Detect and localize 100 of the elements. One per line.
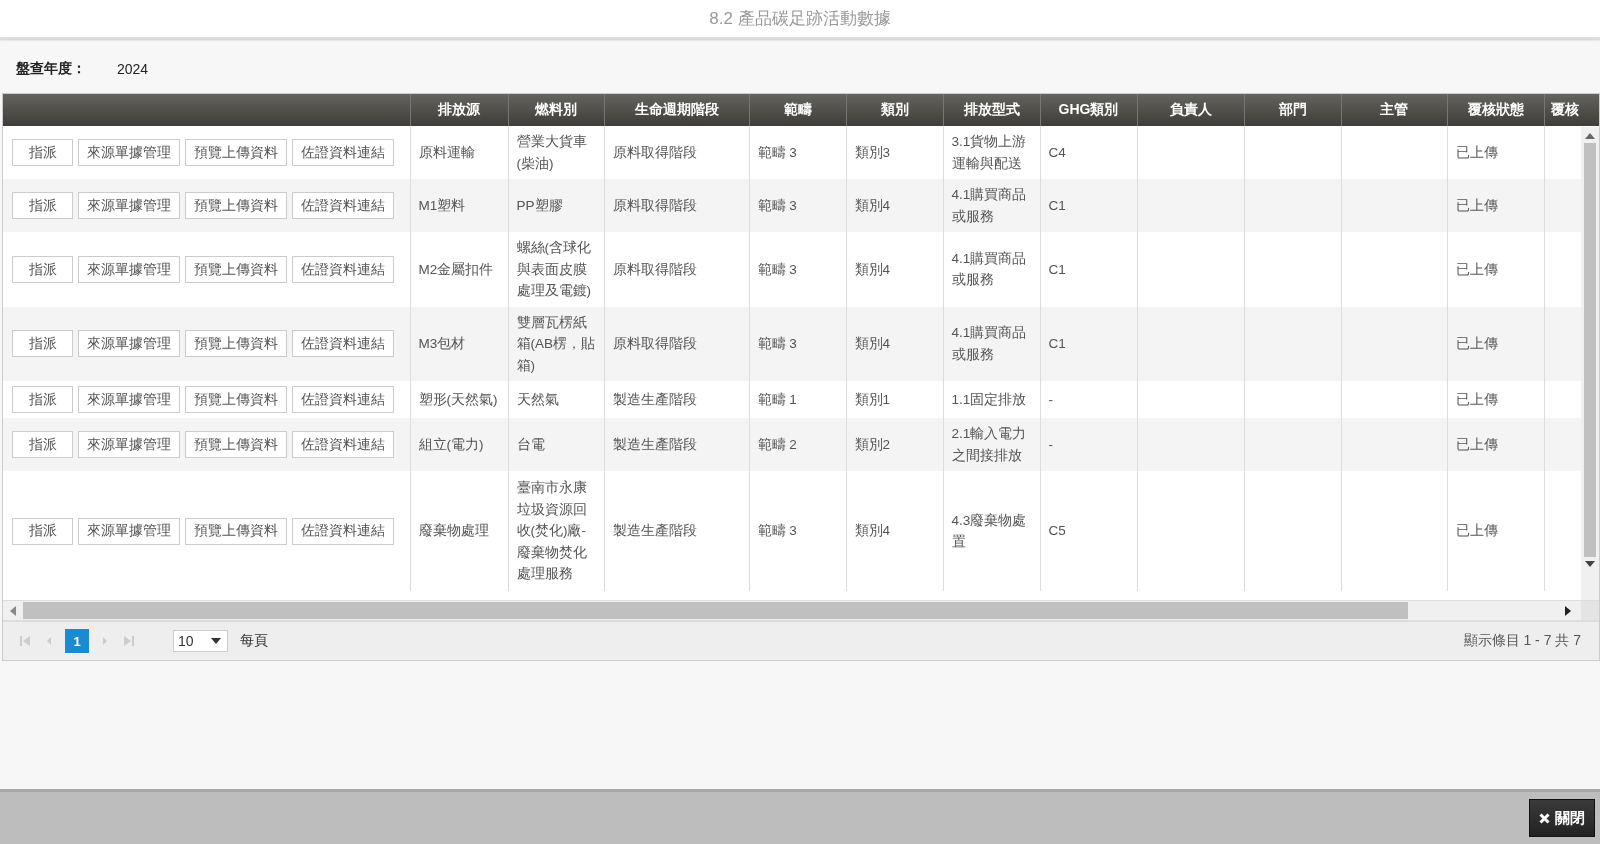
column-header[interactable]: 負責人 [1137,94,1244,126]
table-cell: M1塑料 [410,179,508,232]
table-cell: 台電 [508,418,604,471]
table-cell: 範疇 3 [749,232,846,307]
table-cell: 範疇 3 [749,179,846,232]
action-button[interactable]: 預覽上傳資料 [185,517,287,545]
table-cell: 雙層瓦楞紙箱(AB楞，貼箱) [508,306,604,381]
action-button[interactable]: 佐證資料連結 [292,255,394,283]
action-button[interactable]: 指派 [12,255,73,283]
action-button[interactable]: 來源單據管理 [78,431,180,458]
column-header[interactable]: 類別 [846,94,943,126]
action-button[interactable]: 佐證資料連結 [292,517,394,545]
action-button[interactable]: 指派 [12,139,73,166]
close-button[interactable]: 關閉 [1529,799,1595,837]
table-cell: M2金屬扣件 [410,232,508,307]
table-cell: 廢棄物處理 [410,471,508,591]
page-button[interactable]: 1 [65,629,89,653]
caret-icon [211,638,221,644]
scroll-right-arrow-icon [1565,605,1571,616]
table-cell: 製造生產階段 [604,471,749,591]
year-label: 盤查年度： [16,60,87,78]
table-cell: 類別4 [846,232,943,307]
action-button[interactable]: 來源單據管理 [78,192,180,219]
column-header[interactable]: 排放型式 [943,94,1040,126]
table-cell: PP塑膠 [508,179,604,232]
action-button[interactable]: 來源單據管理 [78,517,180,545]
table-cell: 4.1購買商品或服務 [943,232,1040,307]
action-button[interactable]: 來源單據管理 [78,255,180,283]
column-header[interactable]: GHG類別 [1040,94,1137,126]
action-button[interactable]: 指派 [12,330,73,358]
column-header[interactable]: 範疇 [749,94,846,126]
horizontal-scrollbar[interactable] [3,600,1599,620]
table-cell: - [1040,418,1137,471]
action-button[interactable]: 指派 [12,431,73,458]
record-count-text: 顯示條目 1 - 7 共 7 [1463,632,1581,650]
action-button[interactable]: 來源單據管理 [78,139,180,166]
scroll-down-arrow-icon [1585,561,1595,567]
table-cell: 類別4 [846,179,943,232]
table-cell: 原料取得階段 [604,306,749,381]
table-cell: M3包材 [410,306,508,381]
table-cell: 螺絲(含球化與表面皮膜處理及電鍍) [508,232,604,307]
table-cell: 範疇 2 [749,418,846,471]
table-cell: 原料取得階段 [604,179,749,232]
table-cell: 類別2 [846,418,943,471]
table-cell: C1 [1040,232,1137,307]
first-page-icon[interactable] [20,636,30,646]
scrollbar-thumb[interactable] [23,602,1408,619]
action-button[interactable]: 佐證資料連結 [292,139,394,166]
table-cell: C1 [1040,306,1137,381]
action-button[interactable]: 預覽上傳資料 [185,192,287,219]
action-button[interactable]: 預覽上傳資料 [185,255,287,283]
action-button[interactable]: 預覽上傳資料 [185,330,287,358]
action-button[interactable]: 佐證資料連結 [292,386,394,413]
column-header[interactable]: 排放源 [410,94,508,126]
table-cell: 組立(電力) [410,418,508,471]
action-button[interactable]: 佐證資料連結 [292,330,394,358]
action-button[interactable]: 預覽上傳資料 [185,386,287,413]
page-size-dropdown[interactable]: 10 [173,630,228,652]
vertical-scrollbar[interactable] [1581,127,1599,600]
action-button[interactable]: 佐證資料連結 [292,431,394,458]
action-button[interactable]: 來源單據管理 [78,386,180,413]
table-cell: 範疇 3 [749,306,846,381]
column-header[interactable]: 主管 [1341,94,1447,126]
per-page-label: 每頁 [240,632,268,650]
scrollbar-thumb[interactable] [1584,143,1596,557]
close-icon [1539,812,1550,824]
table-cell: 已上傳 [1447,306,1544,381]
action-button[interactable]: 指派 [12,517,73,545]
window-title: 8.2 產品碳足跡活動數據 [709,8,891,30]
last-page-icon[interactable] [124,636,134,646]
next-page-icon[interactable] [100,636,110,646]
action-button[interactable]: 預覽上傳資料 [185,431,287,458]
table-cell: 類別4 [846,471,943,591]
table-cell: 4.3廢棄物處置 [943,471,1040,591]
column-header[interactable]: 覆核 [1544,94,1599,126]
column-header[interactable]: 生命週期階段 [604,94,749,126]
column-header[interactable]: 燃料別 [508,94,604,126]
action-button[interactable]: 預覽上傳資料 [185,139,287,166]
table-cell: 臺南市永康垃圾資源回收(焚化)廠-廢棄物焚化處理服務 [508,471,604,591]
table-cell: 2.1輸入電力之間接排放 [943,418,1040,471]
table-cell: 4.1購買商品或服務 [943,306,1040,381]
scroll-up-arrow-icon [1585,133,1595,139]
table-cell: 已上傳 [1447,418,1544,471]
action-button[interactable]: 佐證資料連結 [292,192,394,219]
year-value: 2024 [117,61,149,77]
table-cell: 已上傳 [1447,232,1544,307]
action-button[interactable]: 指派 [12,386,73,413]
column-header[interactable]: 覆核狀態 [1447,94,1544,126]
table-cell: 已上傳 [1447,179,1544,232]
table-cell: C1 [1040,179,1137,232]
table-cell: 原料取得階段 [604,232,749,307]
table-cell: 範疇 3 [749,471,846,591]
table-cell: 4.1購買商品或服務 [943,179,1040,232]
action-button[interactable]: 來源單據管理 [78,330,180,358]
scroll-left-arrow-icon [10,605,16,616]
action-button[interactable]: 指派 [12,192,73,219]
table-cell: 類別4 [846,306,943,381]
table-cell: C5 [1040,471,1137,591]
column-header[interactable]: 部門 [1244,94,1341,126]
table-cell: 已上傳 [1447,471,1544,591]
